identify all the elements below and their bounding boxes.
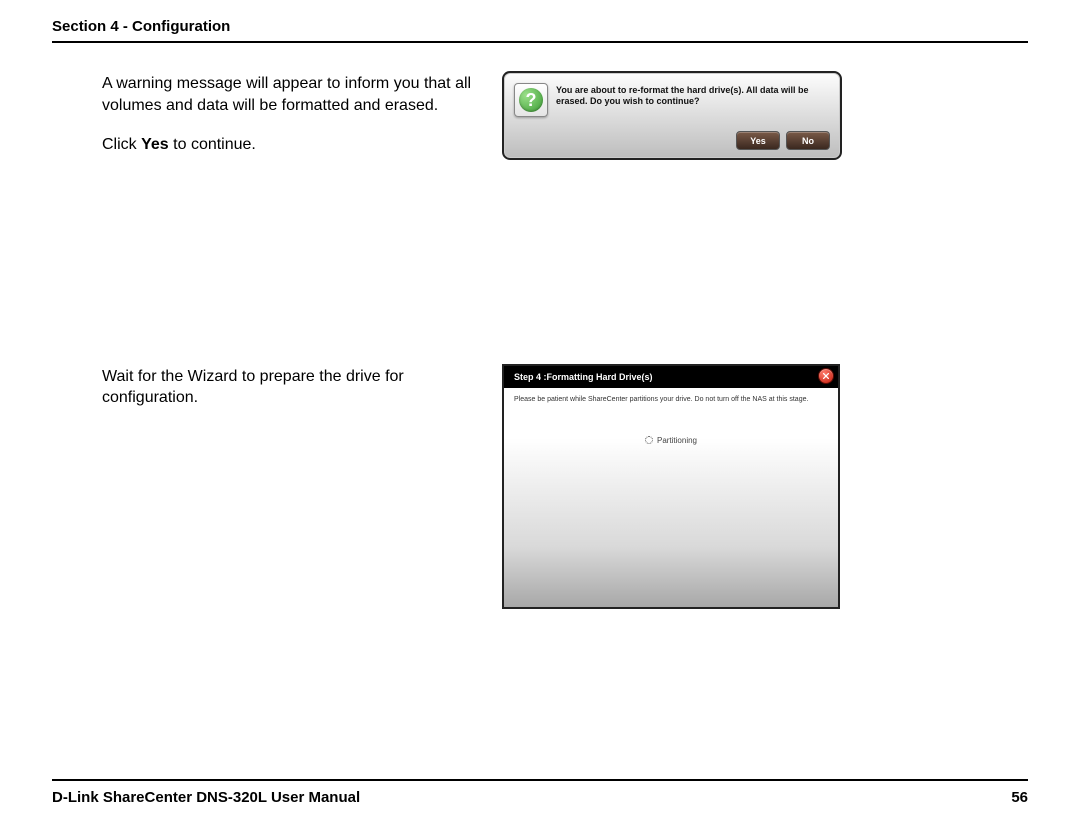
question-icon: ? — [514, 83, 548, 117]
content-block-2: Wait for the Wizard to prepare the drive… — [52, 364, 1028, 609]
confirm-dialog: ? You are about to re-format the hard dr… — [502, 71, 842, 160]
formatting-dialog: Step 4 :Formatting Hard Drive(s) Please … — [502, 364, 840, 609]
wait-paragraph: Wait for the Wizard to prepare the drive… — [102, 366, 482, 409]
manual-title: D-Link ShareCenter DNS-320L User Manual — [52, 789, 360, 806]
content-block-1: A warning message will appear to inform … — [52, 71, 1028, 174]
click-yes-paragraph: Click Yes to continue. — [102, 134, 482, 156]
section-title: Section 4 - Configuration — [52, 18, 1028, 35]
screenshot-1: ? You are about to re-format the hard dr… — [502, 71, 1028, 160]
instruction-text-1: A warning message will appear to inform … — [52, 71, 482, 174]
formatting-dialog-title: Step 4 :Formatting Hard Drive(s) — [514, 372, 653, 382]
spinner-icon — [645, 436, 653, 444]
page-number: 56 — [1011, 789, 1028, 806]
yes-button[interactable]: Yes — [736, 131, 780, 150]
formatting-dialog-message: Please be patient while ShareCenter part… — [504, 388, 838, 403]
page-header: Section 4 - Configuration — [52, 18, 1028, 43]
formatting-dialog-header: Step 4 :Formatting Hard Drive(s) — [504, 366, 838, 388]
no-button[interactable]: No — [786, 131, 830, 150]
formatting-status: Partitioning — [504, 436, 838, 445]
instruction-text-2: Wait for the Wizard to prepare the drive… — [52, 364, 482, 427]
confirm-dialog-message: You are about to re-format the hard driv… — [556, 83, 830, 108]
screenshot-2: Step 4 :Formatting Hard Drive(s) Please … — [502, 364, 1028, 609]
page-footer: D-Link ShareCenter DNS-320L User Manual … — [52, 779, 1028, 806]
close-icon[interactable] — [818, 368, 834, 384]
warning-paragraph: A warning message will appear to inform … — [102, 73, 482, 116]
